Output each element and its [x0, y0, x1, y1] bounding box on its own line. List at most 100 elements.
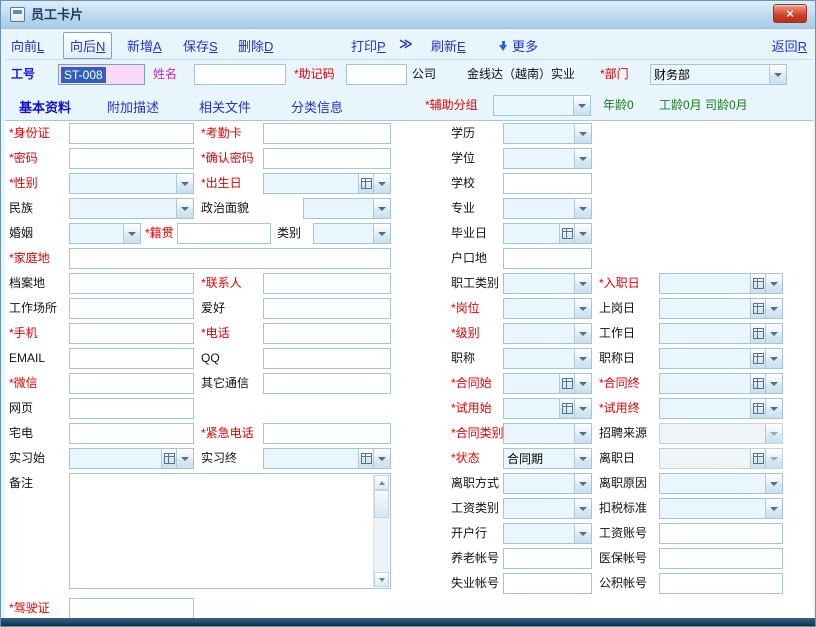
- calendar-icon[interactable]: [750, 274, 765, 293]
- chevron-down-icon[interactable]: [373, 199, 390, 218]
- mnemonic-input[interactable]: [346, 64, 407, 85]
- emergency-phone-input[interactable]: [263, 423, 391, 444]
- marriage-combobox[interactable]: [69, 223, 141, 244]
- toolbar-refresh-button[interactable]: 刷新E: [431, 36, 466, 55]
- level-combobox[interactable]: [503, 323, 592, 344]
- toolbar-prev-button[interactable]: 向前L: [11, 36, 44, 55]
- chevron-down-icon[interactable]: [574, 474, 591, 493]
- calendar-icon[interactable]: [750, 299, 765, 318]
- school-input[interactable]: [503, 173, 592, 194]
- chevron-down-icon[interactable]: [176, 199, 193, 218]
- chevron-down-icon[interactable]: [573, 96, 590, 115]
- qq-input[interactable]: [263, 348, 391, 369]
- chevron-down-icon[interactable]: [765, 399, 782, 418]
- status-combobox[interactable]: 合同期: [503, 448, 592, 469]
- calendar-icon[interactable]: [358, 449, 373, 468]
- chevron-down-icon[interactable]: [765, 299, 782, 318]
- toolbar-print-button[interactable]: 打印P: [351, 36, 386, 55]
- double-chevron-icon[interactable]: ≫: [399, 36, 413, 52]
- job-title-combobox[interactable]: [503, 348, 592, 369]
- chevron-down-icon[interactable]: [574, 274, 591, 293]
- recruit-source-combobox[interactable]: [659, 423, 783, 444]
- contact-person-input[interactable]: [263, 273, 391, 294]
- webpage-input[interactable]: [69, 398, 194, 419]
- onboard-datepicker[interactable]: [659, 298, 783, 319]
- tab-classification[interactable]: 分类信息: [291, 97, 343, 116]
- chevron-down-icon[interactable]: [574, 199, 591, 218]
- unemployment-account-input[interactable]: [503, 573, 592, 594]
- chevron-down-icon[interactable]: [373, 174, 390, 193]
- dept-combobox[interactable]: 财务部: [650, 64, 787, 85]
- calendar-icon[interactable]: [750, 449, 765, 468]
- chevron-down-icon[interactable]: [574, 399, 591, 418]
- chevron-down-icon[interactable]: [574, 524, 591, 543]
- id-card-input[interactable]: [69, 123, 194, 144]
- employee-no-input[interactable]: ST-008: [58, 64, 145, 85]
- chevron-down-icon[interactable]: [574, 124, 591, 143]
- toolbar-next-button[interactable]: 向后N: [63, 32, 112, 59]
- contract-start-datepicker[interactable]: [503, 373, 592, 394]
- gender-combobox[interactable]: [69, 173, 194, 194]
- chevron-down-icon[interactable]: [765, 374, 782, 393]
- fund-account-input[interactable]: [659, 573, 783, 594]
- household-place-input[interactable]: [503, 248, 592, 269]
- chevron-down-icon[interactable]: [765, 324, 782, 343]
- chevron-down-icon[interactable]: [765, 474, 782, 493]
- driver-license-input[interactable]: [69, 598, 194, 619]
- chevron-down-icon[interactable]: [373, 449, 390, 468]
- leave-reason-combobox[interactable]: [659, 473, 783, 494]
- home-address-input[interactable]: [69, 248, 391, 269]
- attendance-card-input[interactable]: [263, 123, 391, 144]
- intern-start-datepicker[interactable]: [69, 448, 194, 469]
- password-input[interactable]: [69, 148, 194, 169]
- aux-group-combobox[interactable]: [493, 95, 591, 116]
- chevron-down-icon[interactable]: [574, 424, 591, 443]
- ethnicity-combobox[interactable]: [69, 198, 194, 219]
- toolbar-back-button[interactable]: 返回R: [772, 36, 807, 55]
- tab-related-files[interactable]: 相关文件: [199, 97, 251, 116]
- home-phone-input[interactable]: [69, 423, 194, 444]
- calendar-icon[interactable]: [559, 224, 574, 243]
- chevron-down-icon[interactable]: [765, 274, 782, 293]
- major-combobox[interactable]: [503, 198, 592, 219]
- probation-end-datepicker[interactable]: [659, 398, 783, 419]
- workplace-input[interactable]: [69, 298, 194, 319]
- mobile-input[interactable]: [69, 323, 194, 344]
- chevron-down-icon[interactable]: [176, 174, 193, 193]
- contract-end-datepicker[interactable]: [659, 373, 783, 394]
- chevron-down-icon[interactable]: [574, 324, 591, 343]
- wechat-input[interactable]: [69, 373, 194, 394]
- pension-account-input[interactable]: [503, 548, 592, 569]
- title-datepicker[interactable]: [659, 348, 783, 369]
- calendar-icon[interactable]: [559, 374, 574, 393]
- toolbar-add-button[interactable]: 新增A: [127, 36, 162, 55]
- chevron-down-icon[interactable]: [574, 449, 591, 468]
- calendar-icon[interactable]: [750, 374, 765, 393]
- chevron-down-icon[interactable]: [574, 374, 591, 393]
- bank-combobox[interactable]: [503, 523, 592, 544]
- close-button[interactable]: ×: [773, 4, 807, 23]
- chevron-down-icon[interactable]: [765, 499, 782, 518]
- other-contact-input[interactable]: [263, 373, 391, 394]
- entry-datepicker[interactable]: [659, 273, 783, 294]
- probation-start-datepicker[interactable]: [503, 398, 592, 419]
- political-status-combobox[interactable]: [303, 198, 391, 219]
- chevron-down-icon[interactable]: [765, 424, 782, 443]
- position-combobox[interactable]: [503, 298, 592, 319]
- degree-combobox[interactable]: [503, 148, 592, 169]
- name-input[interactable]: [194, 64, 286, 85]
- toolbar-more-button[interactable]: 更多: [499, 36, 538, 55]
- chevron-down-icon[interactable]: [769, 65, 786, 84]
- chevron-down-icon[interactable]: [574, 349, 591, 368]
- hobby-input[interactable]: [263, 298, 391, 319]
- native-place-input[interactable]: [177, 223, 271, 244]
- chevron-down-icon[interactable]: [765, 449, 782, 468]
- scrollbar-thumb[interactable]: [374, 490, 389, 518]
- work-datepicker[interactable]: [659, 323, 783, 344]
- chevron-down-icon[interactable]: [373, 224, 390, 243]
- confirm-password-input[interactable]: [263, 148, 391, 169]
- archive-place-input[interactable]: [69, 273, 194, 294]
- toolbar-delete-button[interactable]: 删除D: [238, 36, 273, 55]
- calendar-icon[interactable]: [750, 349, 765, 368]
- tab-basic-info[interactable]: 基本资料: [19, 97, 71, 116]
